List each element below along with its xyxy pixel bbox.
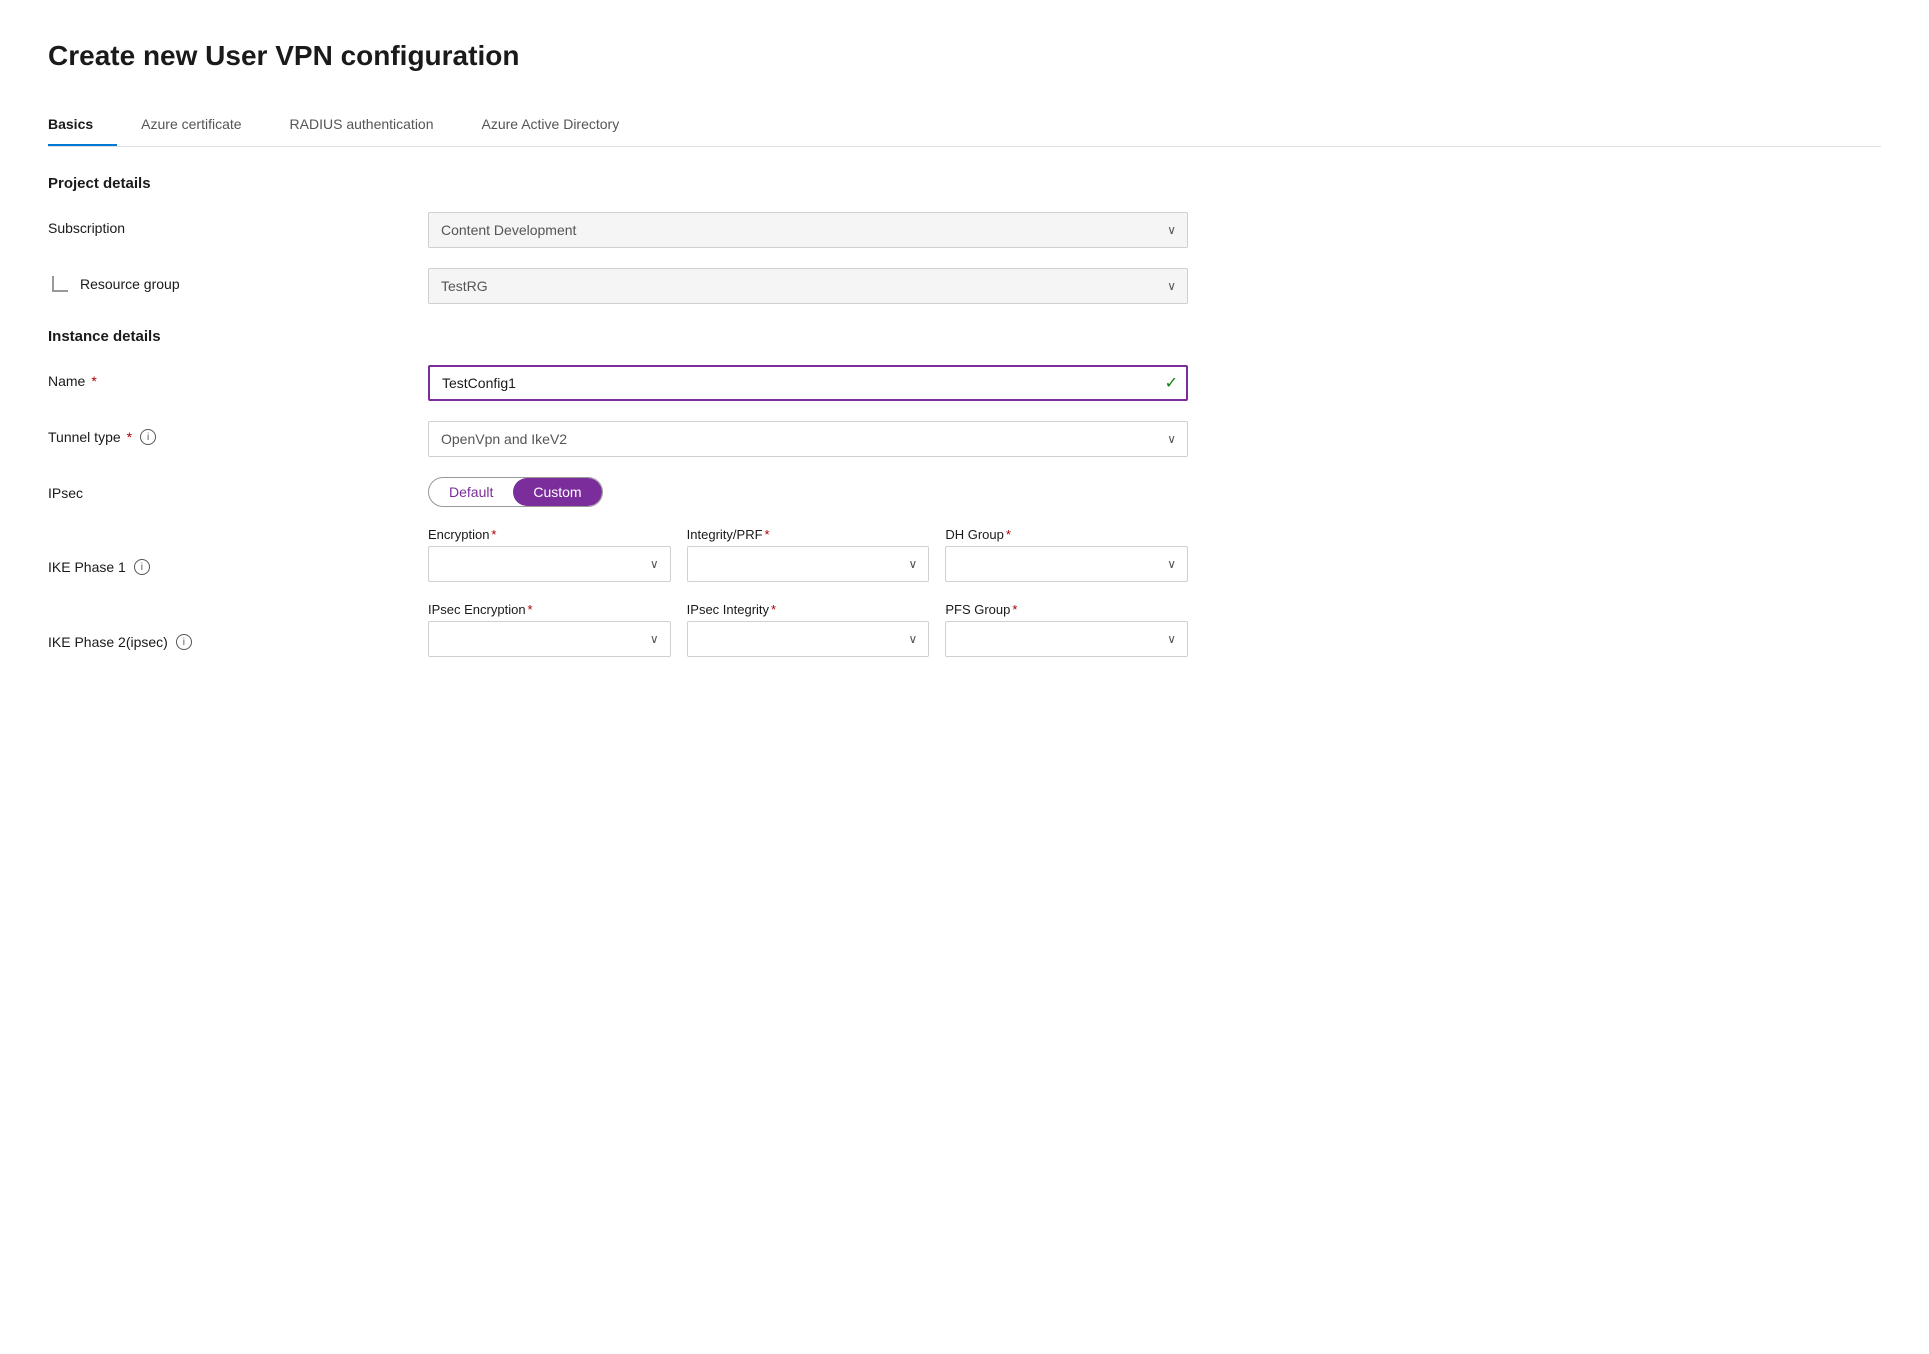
ike-phase2-pfs-group: PFS Group * ∨ [945,602,1188,657]
ike-phase1-row: IKE Phase 1 i Encryption * ∨ Integrity/P… [48,527,1881,582]
ike-phase2-row: IKE Phase 2(ipsec) i IPsec Encryption * … [48,602,1881,657]
ike-phase2-label: IKE Phase 2(ipsec) i [48,602,428,650]
ike-phase2-encryption-required: * [528,602,533,617]
instance-details-title: Instance details [48,328,1881,345]
ike-phase2-pfs-required: * [1012,602,1017,617]
name-input-wrapper: ✓ [428,365,1188,401]
ike-phase2-integrity-select-wrapper: ∨ [687,621,930,657]
ike-phase1-integrity-label: Integrity/PRF * [687,527,930,542]
name-label: Name * [48,365,428,389]
name-input[interactable] [428,365,1188,401]
tunnel-type-select[interactable]: OpenVpn and IkeV2OpenVpnIkeV2 [428,421,1188,457]
name-row: Name * ✓ [48,365,1881,401]
page-title: Create new User VPN configuration [48,40,1881,72]
resource-group-select[interactable]: TestRG [428,268,1188,304]
ike-phase2-encryption-label: IPsec Encryption * [428,602,671,617]
ike-phase1-info-icon[interactable]: i [134,559,150,575]
ike-phase1-dh-group: DH Group * ∨ [945,527,1188,582]
ike-phase2-pfs-select-wrapper: ∨ [945,621,1188,657]
tunnel-type-control: OpenVpn and IkeV2OpenVpnIkeV2 ∨ [428,421,1188,457]
subscription-row: Subscription Content Development ∨ [48,212,1881,248]
ike-phase1-dh-required: * [1006,527,1011,542]
resource-group-indent: Resource group [48,268,428,292]
ike-phase1-integrity-select[interactable] [687,546,930,582]
name-check-icon: ✓ [1165,373,1178,393]
subscription-select[interactable]: Content Development [428,212,1188,248]
tab-azure-active-directory[interactable]: Azure Active Directory [482,104,644,146]
ike-phase2-integrity-label: IPsec Integrity * [687,602,930,617]
ike-phase2-integrity-group: IPsec Integrity * ∨ [687,602,930,657]
subscription-control: Content Development ∨ [428,212,1188,248]
name-required-indicator: * [91,373,96,389]
ike-phase1-encryption-label: Encryption * [428,527,671,542]
tab-basics[interactable]: Basics [48,104,117,146]
ike-phase1-encryption-select-wrapper: ∨ [428,546,671,582]
ike-phase1-label: IKE Phase 1 i [48,527,428,575]
instance-details-section: Instance details Name * ✓ Tunnel type * … [48,328,1881,657]
ike-phase2-info-icon[interactable]: i [176,634,192,650]
tab-azure-certificate[interactable]: Azure certificate [141,104,265,146]
ike-phase1-integrity-group: Integrity/PRF * ∨ [687,527,930,582]
tunnel-type-select-wrapper: OpenVpn and IkeV2OpenVpnIkeV2 ∨ [428,421,1188,457]
tunnel-type-required-indicator: * [127,429,132,445]
ike-phase1-fields: Encryption * ∨ Integrity/PRF * [428,527,1188,582]
project-details-section: Project details Subscription Content Dev… [48,175,1881,304]
tree-line-icon [48,276,72,292]
ike-phase1-integrity-select-wrapper: ∨ [687,546,930,582]
tunnel-type-info-icon[interactable]: i [140,429,156,445]
ike-phase2-integrity-required: * [771,602,776,617]
ike-phase1-integrity-required: * [765,527,770,542]
ipsec-row: IPsec Default Custom [48,477,1881,507]
tab-radius-authentication[interactable]: RADIUS authentication [290,104,458,146]
ike-phase1-dh-select[interactable] [945,546,1188,582]
ipsec-toggle-group: Default Custom [428,477,603,507]
ike-phase2-pfs-label: PFS Group * [945,602,1188,617]
project-details-title: Project details [48,175,1881,192]
ike-phase1-dh-select-wrapper: ∨ [945,546,1188,582]
resource-group-row: Resource group TestRG ∨ [48,268,1881,304]
ike-phase2-integrity-select[interactable] [687,621,930,657]
ike-phase1-encryption-required: * [491,527,496,542]
subscription-select-wrapper: Content Development ∨ [428,212,1188,248]
ike-phase2-encryption-group: IPsec Encryption * ∨ [428,602,671,657]
ike-phase2-fields: IPsec Encryption * ∨ IPsec Integrity * [428,602,1188,657]
resource-group-select-wrapper: TestRG ∨ [428,268,1188,304]
resource-group-control: TestRG ∨ [428,268,1188,304]
ike-phase1-encryption-select[interactable] [428,546,671,582]
ike-phase1-encryption-group: Encryption * ∨ [428,527,671,582]
ike-phase2-encryption-select-wrapper: ∨ [428,621,671,657]
tunnel-type-label: Tunnel type * i [48,421,428,445]
subscription-label: Subscription [48,212,428,236]
ike-phase2-encryption-select[interactable] [428,621,671,657]
ipsec-custom-button[interactable]: Custom [513,478,601,506]
ike-phase2-pfs-select[interactable] [945,621,1188,657]
ike-phase1-dh-label: DH Group * [945,527,1188,542]
tunnel-type-row: Tunnel type * i OpenVpn and IkeV2OpenVpn… [48,421,1881,457]
ipsec-default-button[interactable]: Default [429,478,513,506]
ipsec-label: IPsec [48,477,428,501]
ipsec-control: Default Custom [428,477,1188,507]
tab-bar: Basics Azure certificate RADIUS authenti… [48,104,1881,147]
name-control: ✓ [428,365,1188,401]
resource-group-label: Resource group [80,276,180,292]
